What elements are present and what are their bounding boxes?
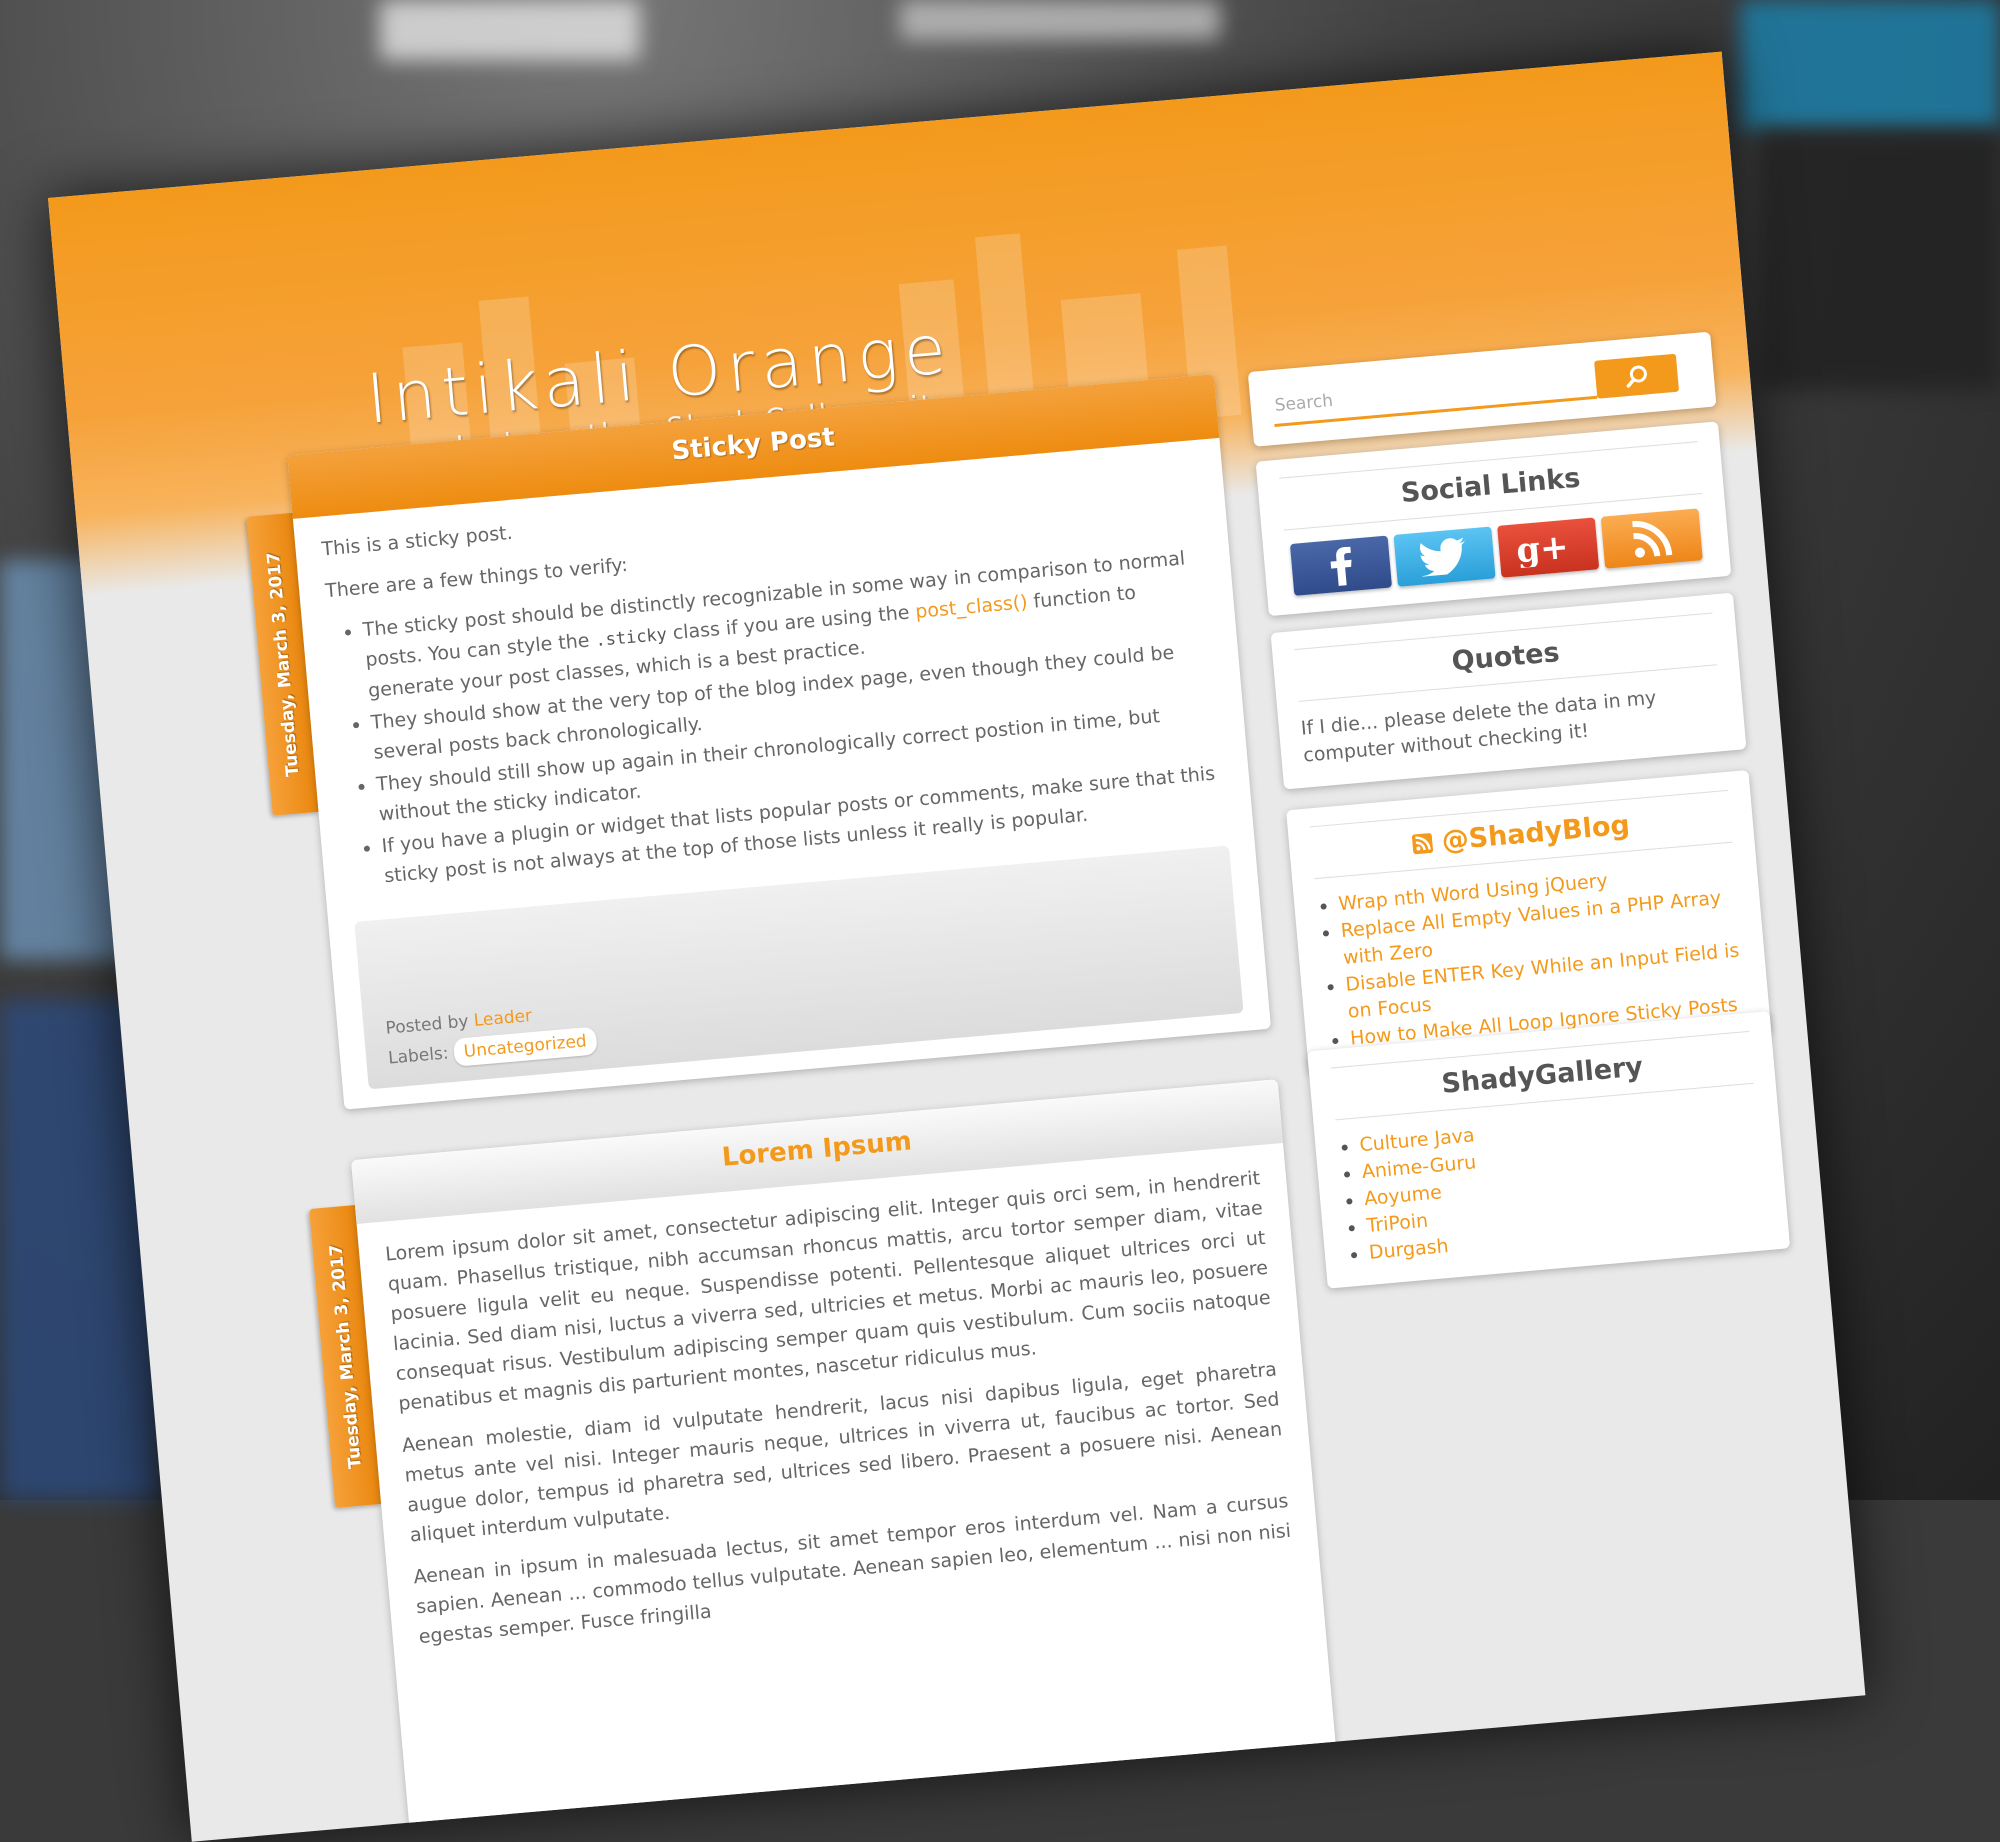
post-date: Tuesday, March 3, 2017 — [263, 551, 304, 778]
gallery-link[interactable]: Durgash — [1368, 1235, 1449, 1264]
shadygallery-widget: ShadyGallery Culture Java Anime-Guru Aoy… — [1307, 1011, 1791, 1289]
rss-icon[interactable] — [1600, 508, 1703, 569]
posted-by-label: Posted by — [384, 1011, 470, 1039]
post-date: Tuesday, March 3, 2017 — [326, 1243, 366, 1470]
gallery-list: Culture Java Anime-Guru Aoyume TriPoin D… — [1337, 1098, 1767, 1269]
search-input[interactable] — [1271, 359, 1598, 427]
post-sticky: Sticky Post This is a sticky post. There… — [287, 374, 1272, 1110]
feed-title[interactable]: @ShadyBlog — [1440, 810, 1631, 857]
inline-code: .sticky — [594, 624, 668, 651]
quotes-widget: Quotes If I die... please delete the dat… — [1270, 592, 1747, 790]
post-content: This is a sticky post. There are a few t… — [293, 438, 1254, 909]
blog-page: Intikali Orange Just another ShadyGaller… — [48, 51, 1866, 1842]
labels-label: Labels: — [387, 1043, 450, 1069]
svg-text:g+: g+ — [1515, 527, 1570, 568]
gallery-link[interactable]: TriPoin — [1366, 1210, 1429, 1237]
post-content: Lorem ipsum dolor sit amet, consectetur … — [357, 1143, 1323, 1676]
search-icon — [1626, 365, 1647, 388]
google-plus-icon[interactable]: g+ — [1497, 517, 1600, 578]
gallery-link[interactable]: Aoyume — [1363, 1181, 1442, 1210]
author-link[interactable]: Leader — [473, 1006, 533, 1031]
facebook-icon[interactable] — [1289, 535, 1393, 596]
post-lorem-ipsum: Lorem Ipsum Lorem ipsum dolor sit amet, … — [351, 1079, 1339, 1842]
search-button[interactable] — [1594, 353, 1680, 399]
twitter-icon[interactable] — [1393, 526, 1496, 587]
rss-icon — [1411, 833, 1434, 855]
post-bullet-list: The sticky post should be distinctly rec… — [328, 542, 1227, 894]
post-class-link[interactable]: post_class() — [914, 591, 1028, 623]
